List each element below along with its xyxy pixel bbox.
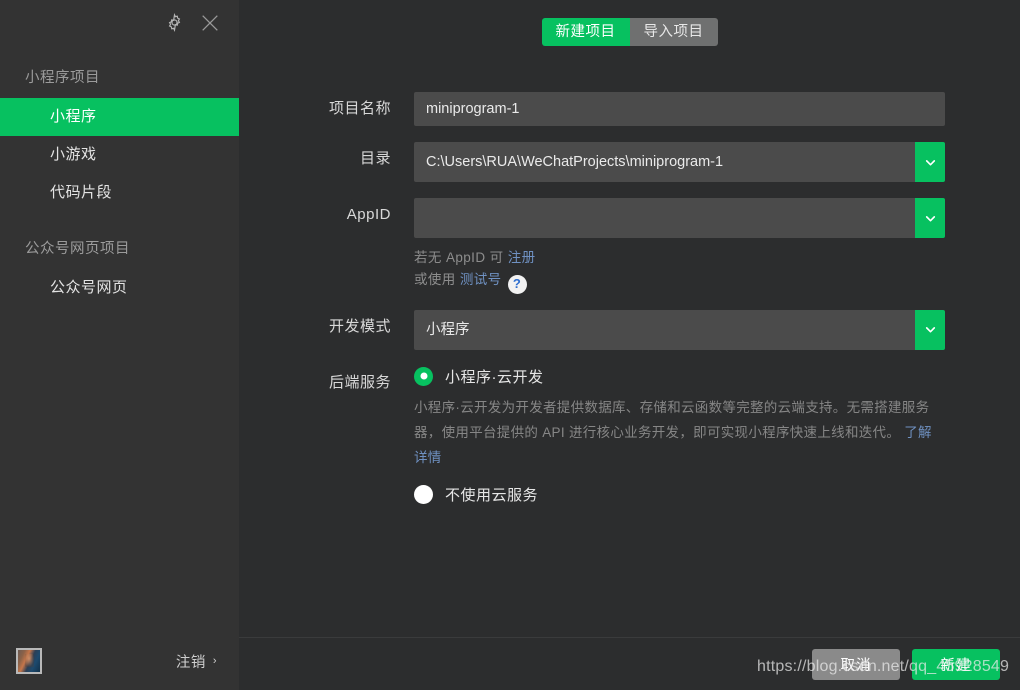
close-icon[interactable] bbox=[195, 8, 225, 38]
dev-mode-dropdown-button[interactable] bbox=[915, 309, 945, 350]
sidebar-item-official-account-page[interactable]: 公众号网页 bbox=[0, 269, 239, 307]
description-text: 小程序·云开发为开发者提供数据库、存储和云函数等完整的云端支持。无需搭建服务器，… bbox=[414, 399, 930, 440]
tab-label: 导入项目 bbox=[643, 24, 704, 40]
sidebar-item-miniprogram[interactable]: 小程序 bbox=[0, 98, 239, 136]
appid-hint-line-1: 若无 AppID 可 注册 bbox=[414, 247, 945, 269]
tab-bar: 新建项目 导入项目 bbox=[239, 0, 1020, 56]
main-panel: 新建项目 导入项目 项目名称 目录 bbox=[239, 0, 1020, 690]
project-name-input[interactable] bbox=[414, 92, 945, 126]
cloud-development-description: 小程序·云开发为开发者提供数据库、存储和云函数等完整的云端支持。无需搭建服务器，… bbox=[414, 395, 945, 470]
form-row-project-name: 项目名称 bbox=[239, 92, 1020, 126]
directory-dropdown-button[interactable] bbox=[915, 142, 945, 182]
radio-selected-icon bbox=[414, 366, 433, 386]
chevron-down-icon bbox=[925, 327, 935, 333]
new-project-form: 项目名称 目录 bbox=[239, 56, 1020, 637]
dev-mode-field bbox=[414, 309, 945, 350]
form-row-backend-service: 后端服务 小程序·云开发 小程序·云开发为开发者提供数据库、存储和云函数等完整的… bbox=[239, 366, 1020, 507]
logout-label: 注销 bbox=[175, 654, 206, 671]
tab-label: 新建项目 bbox=[555, 24, 616, 40]
radio-label: 小程序·云开发 bbox=[445, 368, 544, 386]
appid-label: AppID bbox=[346, 206, 391, 223]
chevron-down-icon bbox=[925, 215, 935, 221]
appid-hint-prefix: 若无 AppID 可 bbox=[414, 250, 508, 265]
register-link[interactable]: 注册 bbox=[508, 250, 536, 265]
avatar[interactable] bbox=[16, 648, 42, 674]
sidebar-nav: 小程序项目 小程序 小游戏 代码片段 公众号网页项目 公众号网页 bbox=[0, 45, 239, 632]
tabs: 新建项目 导入项目 bbox=[541, 18, 718, 46]
backend-service-label: 后端服务 bbox=[328, 373, 391, 391]
form-row-directory: 目录 bbox=[239, 142, 1020, 182]
radio-no-cloud-service[interactable]: 不使用云服务 bbox=[414, 484, 945, 505]
logout-button[interactable]: 注销 › bbox=[176, 651, 217, 672]
sidebar-item-label: 小游戏 bbox=[50, 146, 97, 163]
appid-hint-prefix-2: 或使用 bbox=[414, 272, 460, 287]
project-name-label: 项目名称 bbox=[328, 100, 391, 117]
backend-service-field: 小程序·云开发 小程序·云开发为开发者提供数据库、存储和云函数等完整的云端支持。… bbox=[414, 366, 945, 507]
dev-mode-label: 开发模式 bbox=[328, 317, 391, 335]
create-button[interactable]: 新建 bbox=[912, 648, 1000, 680]
dialog-footer: 取消 新建 bbox=[239, 637, 1020, 690]
sidebar-item-label: 代码片段 bbox=[50, 184, 113, 201]
radio-unselected-icon bbox=[414, 484, 433, 504]
directory-input[interactable] bbox=[414, 142, 915, 182]
nav-group-title-official-account: 公众号网页项目 bbox=[25, 241, 130, 257]
appid-dropdown-button[interactable] bbox=[915, 198, 945, 238]
project-name-field bbox=[414, 92, 945, 126]
appid-hint-line-2: 或使用 测试号? bbox=[414, 269, 945, 294]
chevron-right-icon: › bbox=[212, 654, 217, 667]
chevron-down-icon bbox=[925, 159, 935, 165]
form-row-dev-mode: 开发模式 bbox=[239, 309, 1020, 350]
new-project-dialog: 小程序项目 小程序 小游戏 代码片段 公众号网页项目 公众号网页 注销 › 新建… bbox=[0, 0, 1020, 690]
tab-import-project[interactable]: 导入项目 bbox=[629, 18, 718, 46]
gear-icon[interactable] bbox=[159, 8, 189, 38]
sidebar-item-minigame[interactable]: 小游戏 bbox=[0, 136, 239, 174]
help-icon[interactable]: ? bbox=[507, 274, 527, 294]
sidebar-item-code-snippet[interactable]: 代码片段 bbox=[0, 174, 239, 212]
dev-mode-select[interactable] bbox=[414, 309, 915, 350]
nav-group-title-miniprogram: 小程序项目 bbox=[25, 70, 100, 86]
test-account-link[interactable]: 测试号 bbox=[460, 272, 502, 287]
radio-label: 不使用云服务 bbox=[445, 486, 539, 504]
sidebar-footer: 注销 › bbox=[0, 632, 239, 690]
form-row-appid: AppID 若无 AppID 可 注册 或使用 测试号 ? bbox=[239, 198, 1020, 294]
appid-hint: 若无 AppID 可 注册 或使用 测试号? bbox=[414, 247, 945, 294]
directory-label: 目录 bbox=[359, 150, 391, 167]
sidebar-item-label: 小程序 bbox=[50, 108, 97, 125]
appid-input[interactable] bbox=[414, 198, 915, 238]
sidebar: 小程序项目 小程序 小游戏 代码片段 公众号网页项目 公众号网页 注销 › bbox=[0, 0, 239, 690]
window-controls bbox=[0, 0, 239, 45]
appid-field: 若无 AppID 可 注册 或使用 测试号? bbox=[414, 198, 945, 294]
radio-cloud-development[interactable]: 小程序·云开发 bbox=[414, 366, 945, 387]
cancel-button[interactable]: 取消 bbox=[812, 648, 900, 680]
tab-new-project[interactable]: 新建项目 bbox=[541, 18, 630, 46]
directory-field bbox=[414, 142, 945, 182]
sidebar-item-label: 公众号网页 bbox=[50, 279, 128, 296]
